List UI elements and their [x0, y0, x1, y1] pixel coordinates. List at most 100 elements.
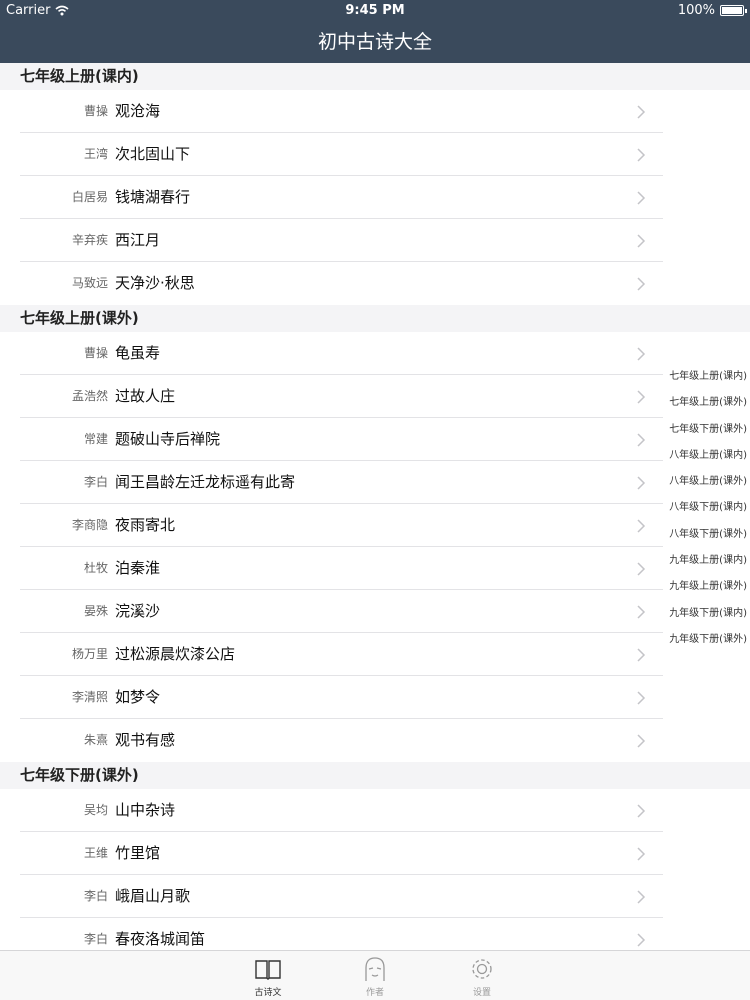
poem-row[interactable]: 马致远 天净沙·秋思: [0, 262, 750, 305]
poem-author: 李白: [83, 475, 108, 489]
section-index-item[interactable]: 八年级下册(课内): [660, 495, 750, 521]
poem-author: 李白: [83, 889, 108, 903]
chevron-right-icon: [634, 518, 648, 533]
poem-author: 曹操: [83, 346, 108, 360]
poem-row[interactable]: 曹操 龟虽寿: [0, 332, 750, 375]
poem-row[interactable]: 朱熹 观书有感: [0, 719, 750, 762]
poem-row[interactable]: 李白 闻王昌龄左迁龙标遥有此寄: [0, 461, 750, 504]
poem-row[interactable]: 杜牧 泊秦淮: [0, 547, 750, 590]
poem-title: 山中杂诗: [115, 801, 176, 819]
status-time: 9:45 PM: [345, 3, 405, 18]
poem-title: 浣溪沙: [115, 602, 161, 620]
tab-authors[interactable]: 作者: [340, 955, 410, 999]
section-header: 七年级下册(课外): [0, 762, 750, 789]
poem-author: 李清照: [71, 690, 108, 704]
poem-author: 杨万里: [71, 647, 108, 661]
section-index-item[interactable]: 九年级上册(课外): [660, 574, 750, 600]
chevron-right-icon: [634, 647, 648, 662]
poem-title: 钱塘湖春行: [115, 188, 191, 206]
section-index-item[interactable]: 七年级上册(课外): [660, 390, 750, 416]
poem-row[interactable]: 晏殊 浣溪沙: [0, 590, 750, 633]
chevron-right-icon: [634, 932, 648, 947]
section-index-item[interactable]: 七年级上册(课内): [660, 364, 750, 390]
poem-author: 辛弃疾: [71, 233, 108, 247]
poem-author: 常建: [83, 432, 108, 446]
poem-author: 白居易: [71, 190, 108, 204]
poem-author: 朱熹: [83, 733, 108, 747]
poem-row[interactable]: 白居易 钱塘湖春行: [0, 176, 750, 219]
section-index-item[interactable]: 八年级下册(课外): [660, 522, 750, 548]
person-icon: [365, 957, 385, 981]
section-index-item[interactable]: 七年级下册(课外): [660, 417, 750, 443]
poem-row[interactable]: 曹操 观沧海: [0, 90, 750, 133]
poem-row[interactable]: 辛弃疾 西江月: [0, 219, 750, 262]
tab-label: 古诗文: [254, 988, 282, 998]
poem-row[interactable]: 吴均 山中杂诗: [0, 789, 750, 832]
poem-author: 晏殊: [83, 604, 108, 618]
navigation-bar: 初中古诗大全: [0, 22, 750, 63]
section-index-item[interactable]: 八年级上册(课外): [660, 469, 750, 495]
section-header: 七年级上册(课外): [0, 305, 750, 332]
poem-title: 泊秦淮: [115, 559, 161, 577]
poem-row[interactable]: 李商隐 夜雨寄北: [0, 504, 750, 547]
poem-row[interactable]: 李白 春夜洛城闻笛: [0, 918, 750, 950]
chevron-right-icon: [634, 889, 648, 904]
poem-title: 观沧海: [115, 102, 161, 120]
chevron-right-icon: [634, 604, 648, 619]
poem-row[interactable]: 王维 竹里馆: [0, 832, 750, 875]
chevron-right-icon: [634, 346, 648, 361]
tab-label: 作者: [365, 988, 384, 998]
gear-icon: [472, 959, 492, 979]
chevron-right-icon: [634, 803, 648, 818]
section-index-item[interactable]: 八年级上册(课内): [660, 443, 750, 469]
poem-row[interactable]: 孟浩然 过故人庄: [0, 375, 750, 418]
book-icon: [255, 960, 281, 980]
tab-settings[interactable]: 设置: [447, 955, 517, 999]
poem-title: 如梦令: [115, 688, 161, 706]
poem-title: 闻王昌龄左迁龙标遥有此寄: [115, 473, 296, 491]
battery-icon: [720, 5, 747, 16]
status-bar: Carrier 9:45 PM 100%: [0, 0, 750, 22]
poem-author: 吴均: [83, 803, 108, 817]
poem-title: 天净沙·秋思: [115, 274, 195, 292]
poem-title: 过故人庄: [115, 387, 176, 405]
tab-bar: 古诗文 作者 设置: [0, 950, 750, 1000]
section-index-item[interactable]: 九年级上册(课内): [660, 548, 750, 574]
battery-group: 100%: [678, 3, 747, 18]
poem-row[interactable]: 常建 题破山寺后禅院: [0, 418, 750, 461]
chevron-right-icon: [634, 475, 648, 490]
poem-row[interactable]: 杨万里 过松源晨炊漆公店: [0, 633, 750, 676]
poem-title: 竹里馆: [115, 844, 161, 862]
chevron-right-icon: [634, 147, 648, 162]
chevron-right-icon: [634, 276, 648, 291]
section-index-item[interactable]: 九年级下册(课内): [660, 601, 750, 627]
tab-label: 设置: [472, 988, 491, 998]
poem-list[interactable]: 七年级上册(课内) 曹操 观沧海 王湾 次北固山下 白居易 钱塘湖春行 辛弃疾 西江月 马致远 天净…: [0, 63, 750, 950]
poem-title: 峨眉山月歌: [115, 887, 191, 905]
section-index-item[interactable]: 九年级下册(课外): [660, 627, 750, 653]
tab-poems[interactable]: 古诗文: [233, 955, 303, 999]
poem-title: 题破山寺后禅院: [115, 430, 221, 448]
poem-author: 李白: [83, 932, 108, 946]
poem-author: 马致远: [71, 276, 108, 290]
poem-title: 夜雨寄北: [115, 516, 176, 534]
poem-author: 曹操: [83, 104, 108, 118]
chevron-right-icon: [634, 733, 648, 748]
chevron-right-icon: [634, 190, 648, 205]
poem-author: 杜牧: [83, 561, 108, 575]
poem-title: 春夜洛城闻笛: [115, 930, 206, 948]
poem-row[interactable]: 李白 峨眉山月歌: [0, 875, 750, 918]
poem-row[interactable]: 李清照 如梦令: [0, 676, 750, 719]
chevron-right-icon: [634, 690, 648, 705]
chevron-right-icon: [634, 389, 648, 404]
chevron-right-icon: [634, 432, 648, 447]
chevron-right-icon: [634, 561, 648, 576]
poem-row[interactable]: 王湾 次北固山下: [0, 133, 750, 176]
poem-author: 李商隐: [71, 518, 108, 532]
chevron-right-icon: [634, 846, 648, 861]
chevron-right-icon: [634, 233, 648, 248]
poem-author: 孟浩然: [71, 389, 108, 403]
section-index[interactable]: 七年级上册(课内) 七年级上册(课外) 七年级下册(课外) 八年级上册(课内) 八年级上…: [660, 364, 750, 653]
poem-title: 龟虽寿: [115, 344, 161, 362]
poem-author: 王湾: [83, 147, 108, 161]
